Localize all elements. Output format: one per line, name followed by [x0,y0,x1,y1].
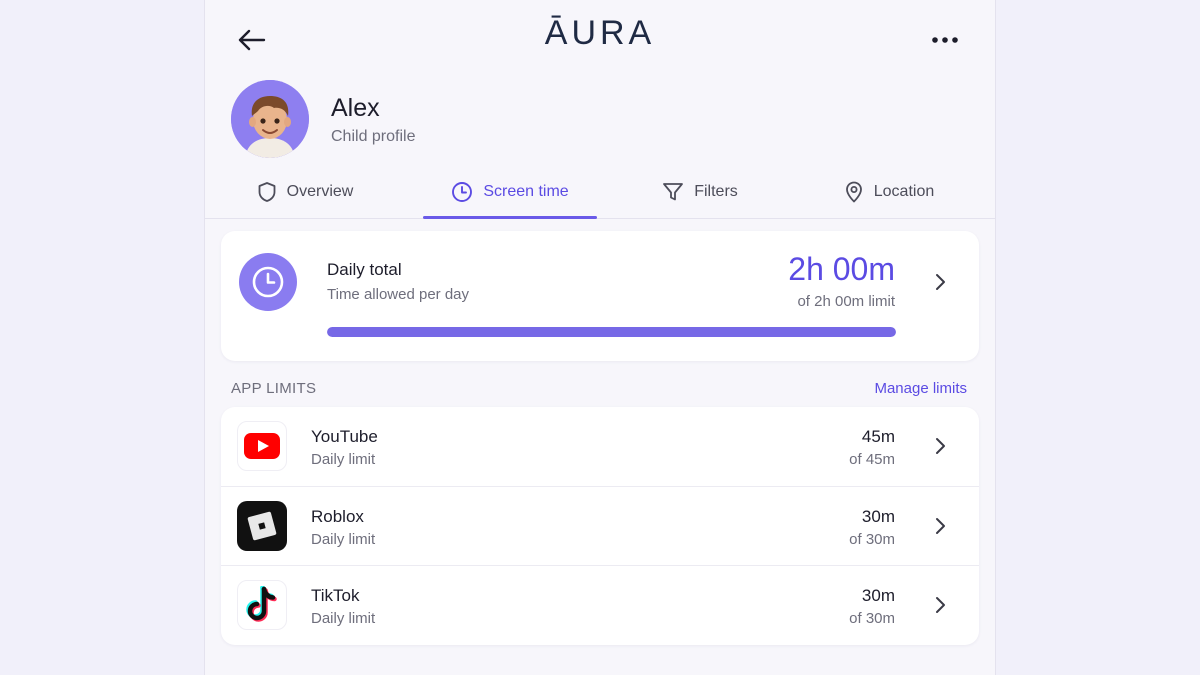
daily-total-card[interactable]: Daily total Time allowed per day 2h 00m … [221,231,979,361]
app-row-tiktok[interactable]: TikTok Daily limit 30m of 30m [221,565,979,645]
daily-clock-badge [239,253,297,311]
youtube-icon [237,421,287,471]
clock-icon [452,181,473,202]
filter-icon [663,182,684,200]
daily-progress-fill [327,327,896,337]
app-limit-value: 30m [861,586,895,605]
more-button[interactable] [925,24,965,56]
chevron-right-icon[interactable] [929,435,951,457]
shield-icon [258,181,276,202]
app-limits-heading: APP LIMITS [231,380,317,397]
daily-total-limit: of 2h 00m limit [797,293,895,310]
app-name: Roblox [311,507,364,526]
tab-overview[interactable]: Overview [235,165,375,218]
tab-filters[interactable]: Filters [645,165,755,218]
more-horizontal-icon [932,37,958,43]
chevron-right-icon[interactable] [929,594,951,616]
app-limit-value: 45m [861,427,895,446]
app-limits-list: YouTube Daily limit 45m of 45m Roblox Da… [221,407,979,645]
aura-logo: ĀURA [544,14,656,52]
avatar[interactable] [231,80,309,158]
app-name: YouTube [311,427,378,446]
tab-overview-label: Overview [286,182,354,200]
top-bar: ĀURA [205,0,995,80]
app-screen: ĀURA Alex Child profile Overview Screen … [204,0,996,675]
tab-screen-time-label: Screen time [483,182,569,200]
roblox-icon [237,501,287,551]
app-limit-value: 30m [861,507,895,526]
daily-total-title: Daily total [327,260,402,279]
daily-total-subtitle: Time allowed per day [327,286,470,303]
daily-progress-bar [327,327,896,337]
child-avatar-icon [231,80,309,158]
tiktok-icon [237,580,287,630]
chevron-right-icon[interactable] [929,271,951,293]
profile-subtitle: Child profile [331,128,416,145]
tab-location[interactable]: Location [819,165,959,218]
manage-limits-link[interactable]: Manage limits [874,380,967,397]
tab-bar: Overview Screen time Filters Location [205,165,995,219]
tab-location-label: Location [873,182,935,200]
clock-icon [252,266,284,298]
app-row-youtube[interactable]: YouTube Daily limit 45m of 45m [221,407,979,486]
daily-total-value: 2h 00m [788,251,895,287]
location-pin-icon [845,181,862,202]
app-subtitle: Daily limit [311,610,376,627]
app-subtitle: Daily limit [311,531,376,548]
app-row-roblox[interactable]: Roblox Daily limit 30m of 30m [221,486,979,566]
app-limit-total: of 45m [849,451,895,468]
chevron-right-icon[interactable] [929,515,951,537]
tab-screen-time[interactable]: Screen time [423,165,597,219]
profile-header: Alex Child profile [231,80,731,160]
app-name: TikTok [311,586,360,605]
app-subtitle: Daily limit [311,451,376,468]
app-limit-total: of 30m [849,531,895,548]
app-limit-total: of 30m [849,610,895,627]
tab-filters-label: Filters [694,182,738,200]
profile-name: Alex [331,94,380,122]
